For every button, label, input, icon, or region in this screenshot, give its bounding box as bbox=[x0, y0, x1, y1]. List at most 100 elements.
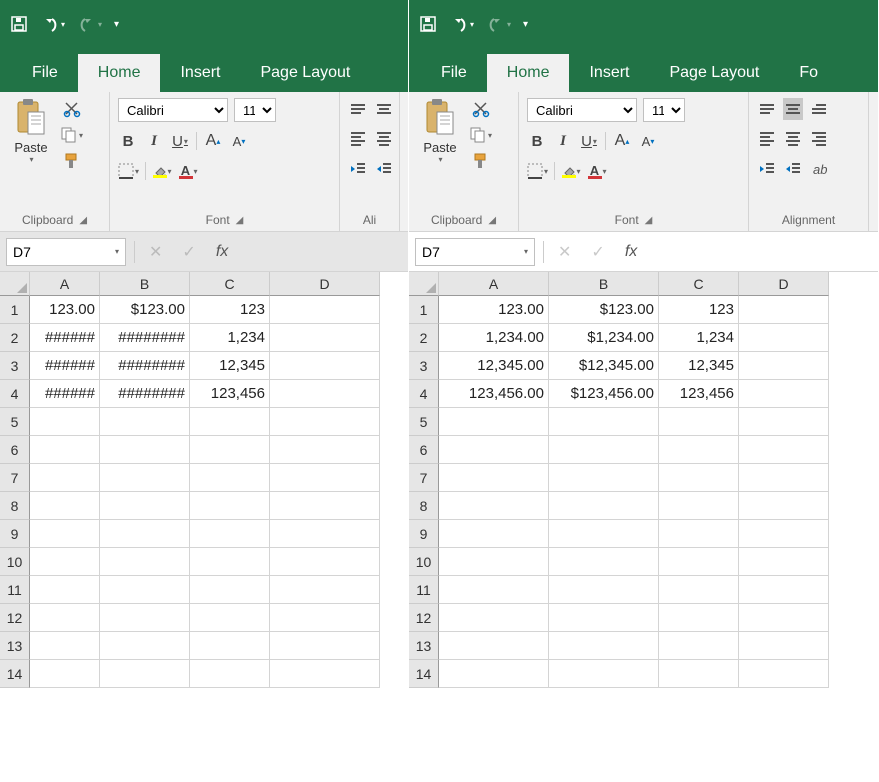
cell[interactable] bbox=[270, 324, 380, 352]
fill-color-button[interactable]: ▾ bbox=[152, 160, 172, 182]
cell[interactable] bbox=[270, 660, 380, 688]
cell[interactable] bbox=[549, 520, 659, 548]
tab-pagelayout[interactable]: Page Layout bbox=[649, 54, 779, 92]
fill-color-button[interactable]: ▾ bbox=[561, 160, 581, 182]
fx-icon[interactable]: fx bbox=[619, 243, 643, 261]
row-header[interactable]: 11 bbox=[0, 576, 30, 604]
align-middle-button[interactable] bbox=[783, 98, 803, 120]
name-box[interactable]: D7▾ bbox=[6, 238, 126, 266]
cell[interactable]: 123.00 bbox=[439, 296, 549, 324]
save-icon[interactable] bbox=[419, 15, 437, 33]
shrink-font-button[interactable]: A▾ bbox=[638, 130, 658, 152]
cell[interactable]: 12,345 bbox=[659, 352, 739, 380]
cancel-icon[interactable]: ✕ bbox=[143, 242, 168, 262]
row-header[interactable]: 7 bbox=[409, 464, 439, 492]
enter-icon[interactable]: ✓ bbox=[585, 242, 610, 262]
cell[interactable] bbox=[739, 296, 829, 324]
row-header[interactable]: 5 bbox=[0, 408, 30, 436]
cell[interactable]: ###### bbox=[30, 380, 100, 408]
increase-indent-button[interactable] bbox=[374, 158, 394, 180]
column-header[interactable]: B bbox=[549, 272, 659, 296]
cell[interactable] bbox=[270, 492, 380, 520]
cell[interactable] bbox=[549, 436, 659, 464]
cell[interactable] bbox=[439, 492, 549, 520]
cell[interactable] bbox=[190, 660, 270, 688]
italic-button[interactable]: I bbox=[144, 130, 164, 152]
cell[interactable]: 1,234 bbox=[659, 324, 739, 352]
cell[interactable] bbox=[30, 660, 100, 688]
align-right-button[interactable] bbox=[809, 128, 829, 150]
undo-icon[interactable]: ▾ bbox=[449, 16, 474, 32]
cell[interactable] bbox=[30, 408, 100, 436]
cell[interactable] bbox=[739, 408, 829, 436]
cell[interactable]: 1,234 bbox=[190, 324, 270, 352]
cell[interactable]: 123,456 bbox=[190, 380, 270, 408]
cell[interactable] bbox=[549, 660, 659, 688]
font-color-button[interactable]: A▾ bbox=[178, 160, 198, 182]
row-header[interactable]: 12 bbox=[0, 604, 30, 632]
cell[interactable] bbox=[30, 548, 100, 576]
tab-home[interactable]: Home bbox=[78, 54, 161, 92]
cell[interactable] bbox=[190, 632, 270, 660]
paste-button[interactable]: Paste ▾ bbox=[417, 98, 463, 164]
redo-icon[interactable]: ▾ bbox=[77, 16, 102, 32]
tab-file[interactable]: File bbox=[12, 54, 78, 92]
column-header[interactable]: C bbox=[190, 272, 270, 296]
column-header[interactable]: B bbox=[100, 272, 190, 296]
cell[interactable] bbox=[190, 492, 270, 520]
fx-icon[interactable]: fx bbox=[210, 243, 234, 261]
borders-button[interactable]: ▾ bbox=[527, 160, 548, 182]
cell[interactable] bbox=[190, 576, 270, 604]
row-header[interactable]: 2 bbox=[0, 324, 30, 352]
cell[interactable] bbox=[100, 576, 190, 604]
qat-customize-icon[interactable]: ▾ bbox=[523, 19, 528, 30]
cell[interactable] bbox=[100, 604, 190, 632]
shrink-font-button[interactable]: A▾ bbox=[229, 130, 249, 152]
cell[interactable] bbox=[549, 464, 659, 492]
tab-insert[interactable]: Insert bbox=[160, 54, 240, 92]
cell[interactable]: 123.00 bbox=[30, 296, 100, 324]
cell[interactable] bbox=[739, 632, 829, 660]
row-header[interactable]: 3 bbox=[409, 352, 439, 380]
row-header[interactable]: 12 bbox=[409, 604, 439, 632]
column-header[interactable]: A bbox=[30, 272, 100, 296]
align-left-button[interactable] bbox=[348, 128, 368, 150]
cell[interactable] bbox=[270, 604, 380, 632]
cell[interactable] bbox=[659, 660, 739, 688]
cell[interactable] bbox=[439, 464, 549, 492]
row-header[interactable]: 6 bbox=[0, 436, 30, 464]
grow-font-button[interactable]: A▴ bbox=[612, 130, 632, 152]
cell[interactable] bbox=[30, 520, 100, 548]
cell[interactable] bbox=[190, 604, 270, 632]
cell[interactable] bbox=[30, 436, 100, 464]
cell[interactable] bbox=[190, 464, 270, 492]
dialog-launcher-icon[interactable]: ◢ bbox=[645, 215, 653, 226]
cell[interactable] bbox=[659, 576, 739, 604]
cell[interactable] bbox=[739, 520, 829, 548]
cell[interactable] bbox=[739, 464, 829, 492]
dialog-launcher-icon[interactable]: ◢ bbox=[79, 215, 87, 226]
enter-icon[interactable]: ✓ bbox=[176, 242, 201, 262]
cell[interactable]: $1,234.00 bbox=[549, 324, 659, 352]
bold-button[interactable]: B bbox=[527, 130, 547, 152]
grow-font-button[interactable]: A▴ bbox=[203, 130, 223, 152]
cell[interactable]: $123.00 bbox=[549, 296, 659, 324]
undo-icon[interactable]: ▾ bbox=[40, 16, 65, 32]
decrease-indent-button[interactable] bbox=[757, 158, 777, 180]
row-header[interactable]: 10 bbox=[409, 548, 439, 576]
font-color-button[interactable]: A▾ bbox=[587, 160, 607, 182]
cell[interactable] bbox=[190, 408, 270, 436]
cell[interactable] bbox=[270, 436, 380, 464]
cell[interactable] bbox=[659, 548, 739, 576]
cell[interactable] bbox=[439, 604, 549, 632]
cell[interactable] bbox=[739, 604, 829, 632]
font-name-select[interactable]: Calibri bbox=[527, 98, 637, 122]
cell[interactable] bbox=[30, 632, 100, 660]
cell[interactable] bbox=[100, 492, 190, 520]
format-painter-icon[interactable] bbox=[469, 150, 492, 172]
cell[interactable] bbox=[549, 576, 659, 604]
cell[interactable] bbox=[100, 632, 190, 660]
cell[interactable]: 123 bbox=[190, 296, 270, 324]
cell[interactable] bbox=[739, 352, 829, 380]
align-center-button[interactable] bbox=[374, 128, 394, 150]
